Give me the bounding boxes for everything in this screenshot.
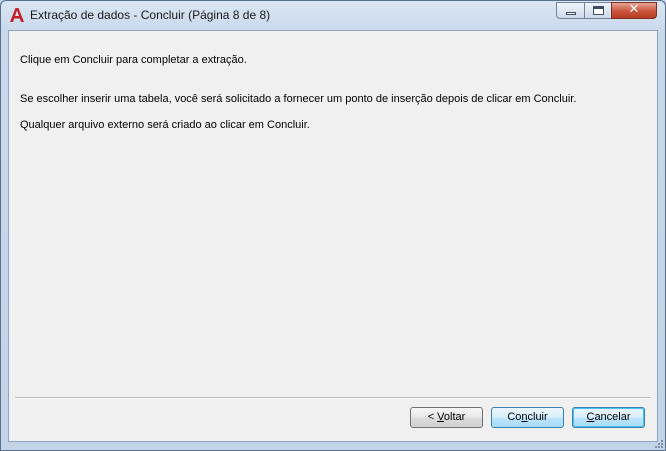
resize-grip-icon[interactable] (654, 439, 664, 449)
instruction-text: Clique em Concluir para completar a extr… (20, 54, 247, 66)
external-file-note: Qualquer arquivo externo será criado ao … (20, 119, 310, 131)
autocad-a-icon (10, 8, 24, 22)
finish-button[interactable]: Concluir (491, 407, 564, 428)
maximize-button[interactable] (584, 2, 612, 19)
title-bar[interactable]: Extração de dados - Concluir (Página 8 d… (1, 1, 665, 29)
close-button[interactable]: ✕ (611, 2, 657, 19)
table-insertion-note: Se escolher inserir uma tabela, você ser… (20, 93, 577, 105)
cancel-button[interactable]: Cancelar (572, 407, 645, 428)
window-title: Extração de dados - Concluir (Página 8 d… (30, 8, 271, 22)
button-separator (15, 397, 651, 399)
minimize-button[interactable] (556, 2, 585, 19)
back-button[interactable]: < Voltar (410, 407, 483, 428)
minimize-icon (566, 12, 576, 15)
wizard-content: Clique em Concluir para completar a extr… (8, 30, 658, 442)
close-icon: ✕ (628, 2, 640, 17)
dialog-window: Extração de dados - Concluir (Página 8 d… (0, 0, 666, 451)
maximize-icon (593, 6, 604, 15)
